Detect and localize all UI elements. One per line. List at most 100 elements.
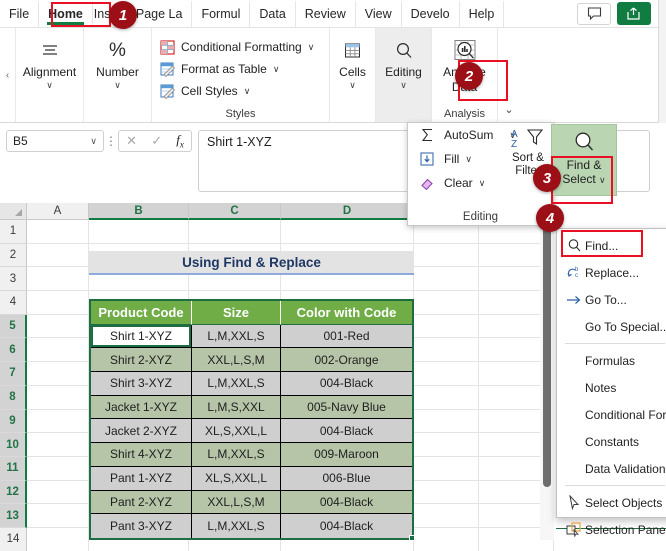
name-box[interactable]: B5 ∨ — [6, 130, 104, 152]
menu-item-conditional-formatting[interactable]: Conditional Formatting — [557, 401, 666, 428]
fill-handle[interactable] — [409, 534, 415, 541]
table-cell-c5[interactable]: L,M,XXL,S — [192, 324, 281, 349]
tab-formulas[interactable]: Formul — [192, 0, 251, 27]
menu-item-constants[interactable]: Constants — [557, 428, 666, 455]
menu-item-go-to-special[interactable]: Go To Special... — [557, 313, 666, 340]
cell-e13[interactable] — [414, 504, 479, 528]
menu-item-notes[interactable]: Notes — [557, 374, 666, 401]
ribbon-more-button[interactable]: ⌄ — [498, 28, 520, 122]
column-header-d[interactable]: D — [281, 203, 414, 220]
table-cell-d10[interactable]: 009-Maroon — [281, 443, 412, 467]
row-header-2[interactable]: 2 — [0, 243, 27, 268]
table-cell-d9[interactable]: 004-Black — [281, 419, 412, 444]
comment-button[interactable] — [577, 2, 611, 25]
cell-b1[interactable] — [89, 220, 189, 244]
editing-button[interactable]: Editing ∨ — [376, 34, 431, 90]
cell-e7[interactable] — [414, 362, 479, 386]
table-cell-d7[interactable]: 004-Black — [281, 372, 412, 396]
table-cell-c7[interactable]: L,M,XXL,S — [192, 372, 281, 396]
cell-a7[interactable] — [27, 362, 89, 386]
cell-a9[interactable] — [27, 409, 89, 434]
table-cell-b13[interactable]: Pant 3-XYZ — [91, 514, 192, 538]
menu-item-replace[interactable]: b c Replace... — [557, 259, 666, 286]
cell-e3[interactable] — [414, 267, 479, 292]
table-cell-d13[interactable]: 004-Black — [281, 514, 415, 541]
menu-item-find[interactable]: Find... — [557, 232, 666, 259]
table-cell-b6[interactable]: Shirt 2-XYZ — [91, 348, 192, 373]
cell-a12[interactable] — [27, 480, 89, 505]
menu-item-select-objects[interactable]: Select Objects — [557, 489, 666, 516]
table-cell-b8[interactable]: Jacket 1-XYZ — [91, 395, 192, 420]
cell-a13[interactable] — [27, 504, 89, 528]
number-button[interactable]: % Number ∨ — [84, 34, 151, 90]
row-header-14[interactable]: 14 — [0, 527, 27, 551]
format-as-table-button[interactable]: Format as Table ∨ — [160, 58, 279, 80]
column-header-b[interactable]: B — [89, 203, 189, 220]
table-cell-b10[interactable]: Shirt 4-XYZ — [91, 443, 192, 467]
row-header-7[interactable]: 7 — [0, 362, 27, 386]
cell-a4[interactable] — [27, 291, 89, 315]
row-header-1[interactable]: 1 — [0, 220, 27, 244]
tab-help[interactable]: Help — [460, 0, 505, 27]
cell-a10[interactable] — [27, 433, 89, 457]
cell-c1[interactable] — [189, 220, 281, 244]
table-cell-d11[interactable]: 006-Blue — [281, 466, 412, 491]
table-cell-d12[interactable]: 004-Black — [281, 490, 412, 515]
row-header-13[interactable]: 13 — [0, 504, 27, 528]
menu-item-selection-pane[interactable]: Selection Pane... — [557, 516, 666, 543]
row-header-5[interactable]: 5 — [0, 314, 27, 339]
cell-a1[interactable] — [27, 220, 89, 244]
vertical-scrollbar[interactable] — [540, 210, 554, 540]
row-header-4[interactable]: 4 — [0, 291, 27, 315]
ribbon-group-editing[interactable]: Editing ∨ — [376, 28, 432, 122]
row-header-9[interactable]: 9 — [0, 409, 27, 434]
row-header-12[interactable]: 12 — [0, 480, 27, 505]
conditional-formatting-button[interactable]: Conditional Formatting ∨ — [160, 36, 314, 58]
table-cell-c12[interactable]: XXL,L,S,M — [192, 490, 281, 515]
table-cell-b11[interactable]: Pant 1-XYZ — [91, 466, 192, 491]
select-all-corner[interactable] — [0, 203, 27, 220]
table-cell-b5[interactable]: Shirt 1-XYZ — [91, 324, 192, 349]
cell-styles-button[interactable]: Cell Styles ∨ — [160, 80, 250, 102]
cells-button[interactable]: Cells ∨ — [330, 34, 375, 90]
table-cell-c8[interactable]: L,M,S,XXL — [192, 395, 281, 420]
tab-view[interactable]: View — [356, 0, 402, 27]
vertical-scrollbar-thumb[interactable] — [543, 222, 551, 487]
cell-e11[interactable] — [414, 456, 479, 481]
column-header-c[interactable]: C — [189, 203, 281, 220]
tab-data[interactable]: Data — [250, 0, 296, 27]
cell-e12[interactable] — [414, 480, 479, 505]
cell-a8[interactable] — [27, 385, 89, 410]
tab-home[interactable]: Home — [39, 0, 93, 27]
cell-a6[interactable] — [27, 338, 89, 363]
cell-e14[interactable] — [414, 527, 479, 551]
cell-e4[interactable] — [414, 291, 479, 315]
column-header-a[interactable]: A — [27, 203, 89, 220]
cell-a3[interactable] — [27, 267, 89, 292]
table-cell-b9[interactable]: Jacket 2-XYZ — [91, 419, 192, 444]
cell-a5[interactable] — [27, 314, 89, 339]
check-icon[interactable]: ✓ — [151, 133, 162, 149]
table-cell-c6[interactable]: XXL,L,S,M — [192, 348, 281, 373]
ribbon-scroll-left-button[interactable]: ‹ — [0, 28, 16, 122]
cell-e6[interactable] — [414, 338, 479, 363]
menu-item-go-to[interactable]: Go To... — [557, 286, 666, 313]
cell-e9[interactable] — [414, 409, 479, 434]
cell-a14[interactable] — [27, 527, 89, 551]
table-cell-c11[interactable]: XL,S,XXL,L — [192, 466, 281, 491]
row-header-10[interactable]: 10 — [0, 433, 27, 457]
cell-e10[interactable] — [414, 433, 479, 457]
cancel-icon[interactable]: ✕ — [126, 133, 137, 149]
row-header-8[interactable]: 8 — [0, 385, 27, 410]
table-cell-c13[interactable]: L,M,XXL,S — [192, 514, 281, 538]
row-header-11[interactable]: 11 — [0, 456, 27, 481]
cell-a11[interactable] — [27, 456, 89, 481]
menu-item-data-validation[interactable]: Data Validation — [557, 455, 666, 482]
table-cell-d6[interactable]: 002-Orange — [281, 348, 412, 373]
table-cell-d8[interactable]: 005-Navy Blue — [281, 395, 412, 420]
alignment-button[interactable]: Alignment ∨ — [16, 34, 83, 90]
find-and-select-button[interactable]: Find & Select ∨ — [551, 124, 617, 196]
cell-e5[interactable] — [414, 314, 479, 339]
row-header-3[interactable]: 3 — [0, 267, 27, 292]
cell-e2[interactable] — [414, 243, 479, 268]
